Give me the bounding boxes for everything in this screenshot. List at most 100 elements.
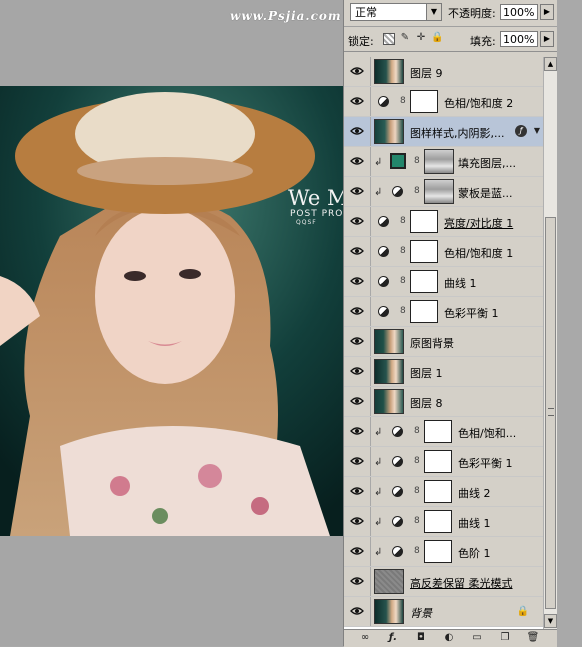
visibility-toggle[interactable]	[344, 177, 371, 206]
scroll-up-icon[interactable]: ▲	[544, 57, 557, 71]
layer-thumbnail[interactable]	[374, 59, 404, 84]
layer-thumbnail[interactable]	[374, 359, 404, 384]
link-icon[interactable]: 8	[414, 545, 420, 557]
link-icon[interactable]: 8	[414, 185, 420, 197]
eye-icon[interactable]	[350, 246, 364, 256]
opacity-slider-button[interactable]: ▶	[540, 4, 554, 20]
layer-mask-thumb[interactable]	[424, 510, 452, 533]
eye-icon[interactable]	[350, 366, 364, 376]
visibility-toggle[interactable]	[344, 297, 371, 326]
layer-row[interactable]: ↲ 8 曲线 1	[344, 507, 543, 537]
layer-mask-thumb[interactable]	[410, 270, 438, 293]
layer-row[interactable]: 背景 🔒	[344, 597, 543, 627]
layer-name[interactable]: 色相/饱和度 2	[444, 95, 513, 111]
eye-icon[interactable]	[350, 606, 364, 616]
blend-mode-select[interactable]: 正常 ▼	[350, 3, 442, 21]
fx-icon[interactable]: ƒ	[515, 125, 527, 137]
layer-name[interactable]: 原图背景	[410, 335, 454, 351]
layer-mask-thumb[interactable]	[410, 210, 438, 233]
layer-mask-thumb[interactable]	[424, 420, 452, 443]
layer-row[interactable]: ↲ 8 蒙板是蓝...	[344, 177, 543, 207]
eye-icon[interactable]	[350, 186, 364, 196]
layer-mask-thumb[interactable]	[424, 480, 452, 503]
layer-row[interactable]: 图样样式,内阴影,... ƒ ▼	[344, 117, 543, 147]
expand-arrow-icon[interactable]: ▼	[534, 126, 540, 135]
layer-row[interactable]: 图层 9	[344, 57, 543, 87]
link-icon[interactable]: 8	[400, 215, 406, 227]
link-icon[interactable]: 8	[414, 515, 420, 527]
layer-name[interactable]: 色相/饱和度 1	[444, 245, 513, 261]
visibility-toggle[interactable]	[344, 147, 371, 176]
layer-row[interactable]: 图层 8	[344, 387, 543, 417]
layer-thumbnail[interactable]	[374, 389, 404, 414]
fill-slider-button[interactable]: ▶	[540, 31, 554, 47]
layer-name[interactable]: 色彩平衡 1	[458, 455, 513, 471]
layer-thumbnail[interactable]	[374, 119, 404, 144]
eye-icon[interactable]	[350, 216, 364, 226]
visibility-toggle[interactable]	[344, 117, 371, 146]
layer-name[interactable]: 图样样式,内阴影,...	[410, 125, 504, 141]
layer-mask-thumb[interactable]	[424, 149, 454, 174]
link-icon[interactable]: 8	[414, 425, 420, 437]
layer-name[interactable]: 亮度/对比度 1	[444, 215, 513, 231]
layer-row[interactable]: ↲ 8 色阶 1	[344, 537, 543, 567]
layer-mask-thumb[interactable]	[424, 179, 454, 204]
visibility-toggle[interactable]	[344, 387, 371, 416]
eye-icon[interactable]	[350, 276, 364, 286]
visibility-toggle[interactable]	[344, 57, 371, 86]
link-icon[interactable]: 8	[400, 95, 406, 107]
layer-name[interactable]: 图层 1	[410, 365, 443, 381]
layer-mask-thumb[interactable]	[410, 240, 438, 263]
layer-name[interactable]: 色彩平衡 1	[444, 305, 499, 321]
layer-row[interactable]: ↲ 8 色相/饱和...	[344, 417, 543, 447]
layer-name[interactable]: 高反差保留 柔光模式	[410, 575, 513, 591]
eye-icon[interactable]	[350, 156, 364, 166]
link-icon[interactable]: 8	[400, 245, 406, 257]
layer-style-icon[interactable]: ƒ.	[386, 632, 400, 644]
eye-icon[interactable]	[350, 396, 364, 406]
layer-name[interactable]: 图层 8	[410, 395, 443, 411]
layer-row[interactable]: 8 色相/饱和度 1	[344, 237, 543, 267]
link-icon[interactable]: 8	[414, 155, 420, 167]
layers-scrollbar[interactable]: ▲ ▼	[543, 57, 558, 629]
new-adjustment-icon[interactable]: ◐	[442, 632, 456, 644]
eye-icon[interactable]	[350, 516, 364, 526]
visibility-toggle[interactable]	[344, 507, 371, 536]
visibility-toggle[interactable]	[344, 567, 371, 596]
opacity-input[interactable]: 100%	[500, 4, 538, 20]
scroll-down-icon[interactable]: ▼	[544, 614, 557, 628]
eye-icon[interactable]	[350, 336, 364, 346]
visibility-toggle[interactable]	[344, 237, 371, 266]
lock-transparency-icon[interactable]	[383, 33, 395, 45]
eye-icon[interactable]	[350, 456, 364, 466]
layer-row[interactable]: 8 曲线 1	[344, 267, 543, 297]
layer-name[interactable]: 曲线 2	[458, 485, 491, 501]
visibility-toggle[interactable]	[344, 267, 371, 296]
new-layer-icon[interactable]: ❐	[498, 632, 512, 644]
layer-row[interactable]: 高反差保留 柔光模式	[344, 567, 543, 597]
layer-row[interactable]: 原图背景	[344, 327, 543, 357]
layer-row[interactable]: ↲ 8 曲线 2	[344, 477, 543, 507]
layer-mask-thumb[interactable]	[424, 540, 452, 563]
scroll-thumb[interactable]	[545, 217, 556, 609]
layer-name[interactable]: 填充图层,...	[458, 155, 516, 171]
layer-name[interactable]: 蒙板是蓝...	[458, 185, 513, 201]
visibility-toggle[interactable]	[344, 327, 371, 356]
layer-mask-thumb[interactable]	[424, 450, 452, 473]
delete-layer-icon[interactable]: 🗑	[526, 632, 540, 644]
chevron-down-icon[interactable]: ▼	[426, 4, 441, 20]
visibility-toggle[interactable]	[344, 477, 371, 506]
link-layers-icon[interactable]: ∞	[358, 632, 372, 644]
visibility-toggle[interactable]	[344, 87, 371, 116]
eye-icon[interactable]	[350, 306, 364, 316]
layer-row[interactable]: 8 色相/饱和度 2	[344, 87, 543, 117]
link-icon[interactable]: 8	[400, 305, 406, 317]
layer-mask-thumb[interactable]	[410, 300, 438, 323]
visibility-toggle[interactable]	[344, 597, 371, 626]
layer-row[interactable]: 8 亮度/对比度 1	[344, 207, 543, 237]
visibility-toggle[interactable]	[344, 207, 371, 236]
eye-icon[interactable]	[350, 486, 364, 496]
link-icon[interactable]: 8	[414, 455, 420, 467]
layer-name[interactable]: 色阶 1	[458, 545, 491, 561]
visibility-toggle[interactable]	[344, 357, 371, 386]
